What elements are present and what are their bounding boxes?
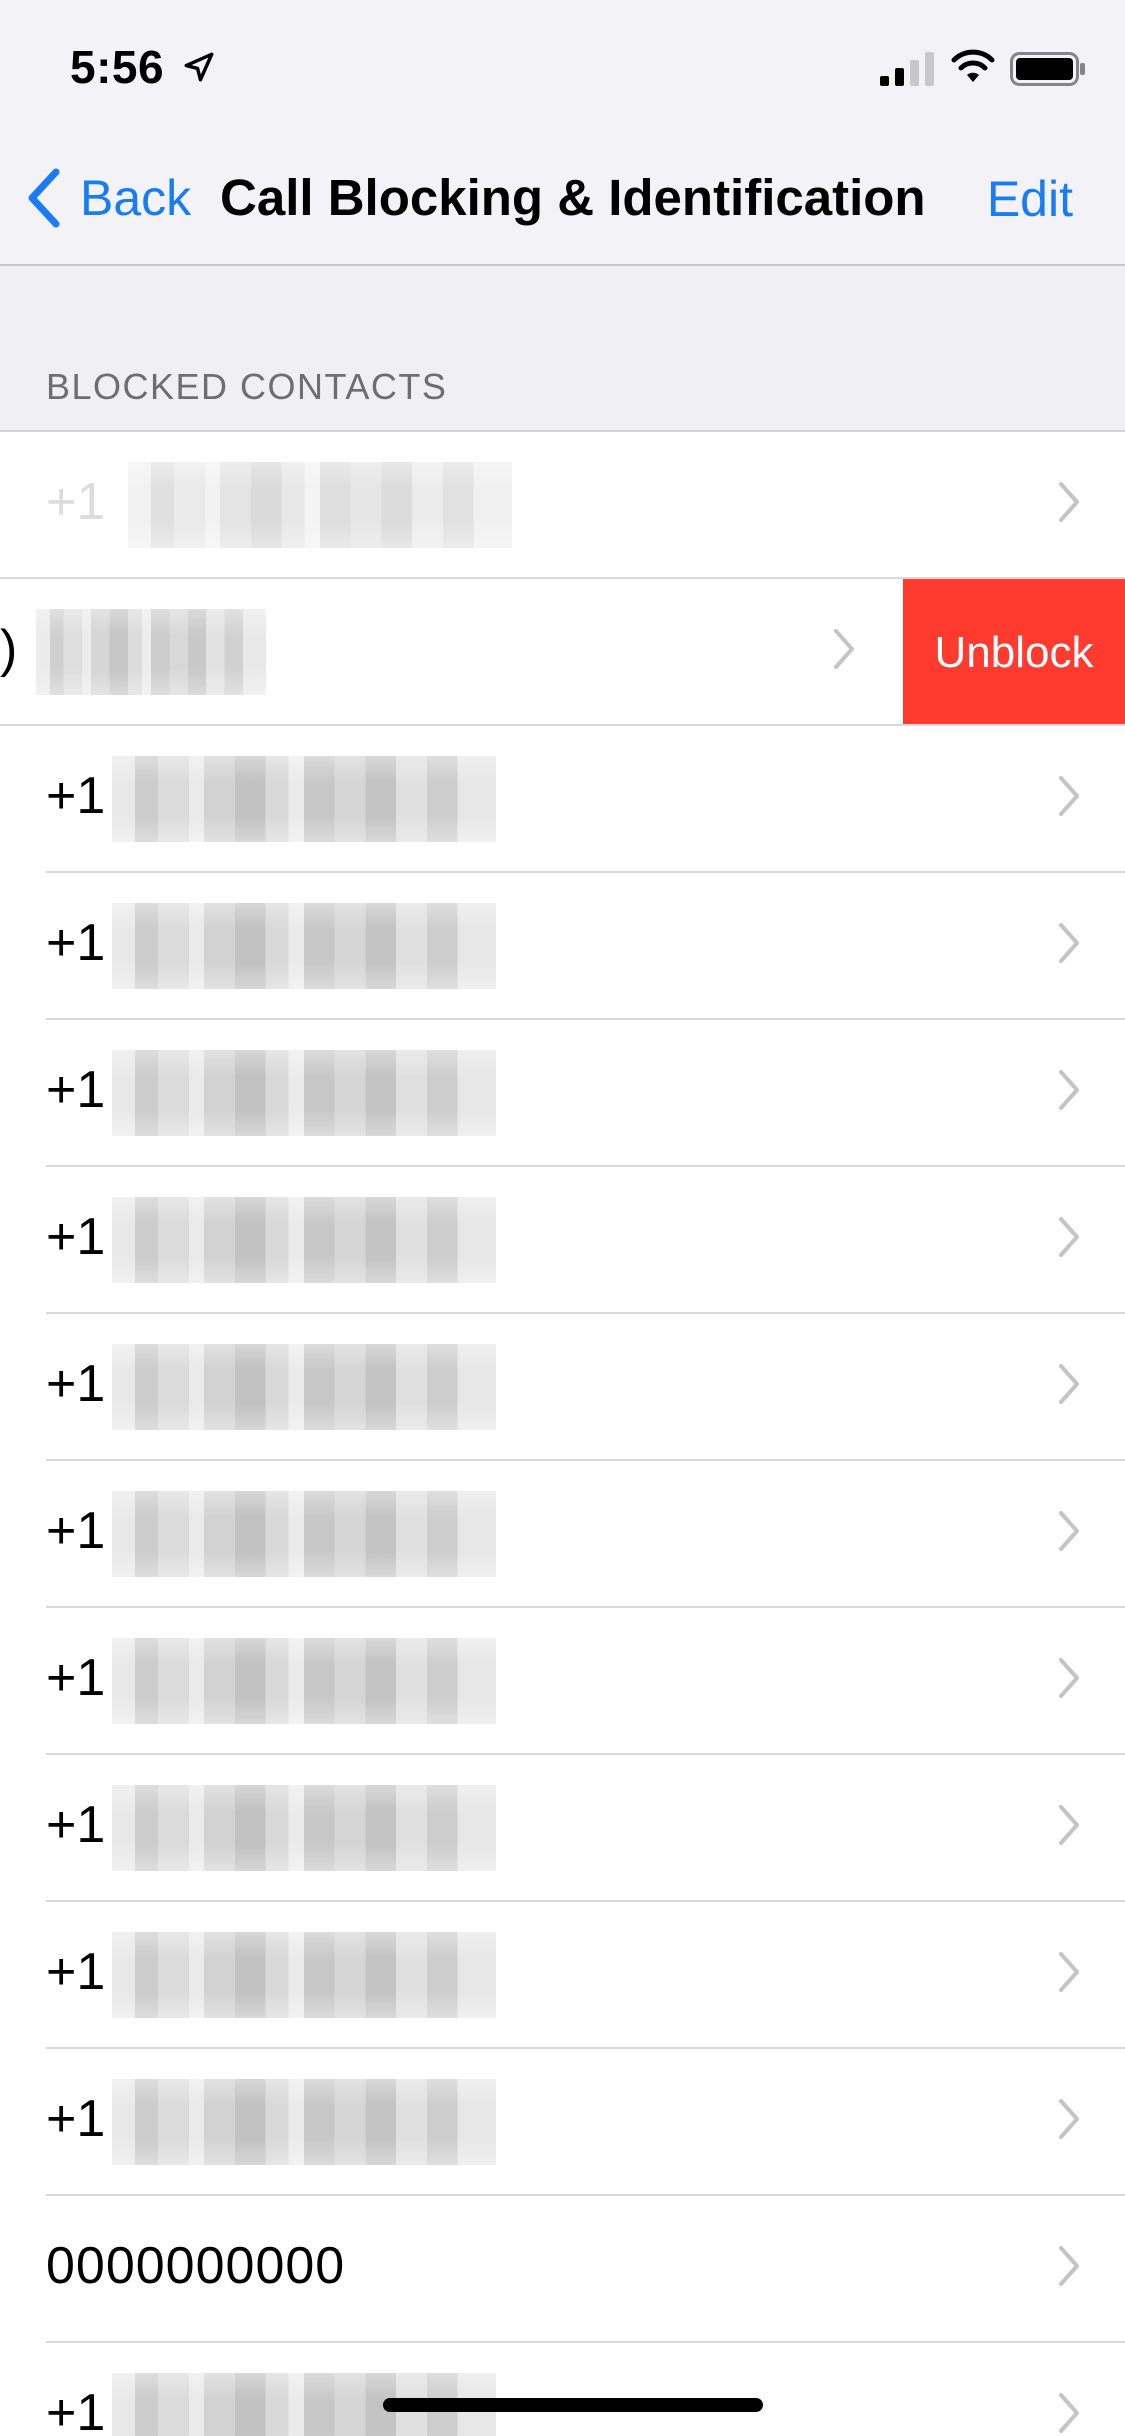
blocked-contacts-list: +1 ) Unblock +1 +1 +1 +1 +1 +1 +1 +1 +1 … — [0, 432, 1125, 2436]
redacted-number — [112, 1344, 496, 1430]
page-title: Call Blocking & Identification — [220, 169, 926, 226]
contact-prefix: +1 — [46, 914, 106, 972]
contact-prefix: +1 — [46, 1796, 106, 1854]
edit-button[interactable]: Edit — [987, 170, 1073, 228]
chevron-right-icon — [834, 629, 854, 669]
location-arrow-icon — [184, 52, 214, 82]
wifi-icon — [951, 49, 995, 82]
contact-prefix: +1 — [46, 473, 106, 531]
chevron-right-icon — [1059, 1070, 1079, 1110]
chevron-right-icon — [1059, 1658, 1079, 1698]
chevron-right-icon — [1059, 2246, 1079, 2286]
unblock-button[interactable]: Unblock — [903, 579, 1125, 726]
chevron-right-icon — [1059, 2099, 1079, 2139]
navigation-bar: Back Call Blocking & Identification Edit — [0, 132, 1125, 266]
contact-prefix: +1 — [46, 1061, 106, 1119]
chevron-right-icon — [1059, 1952, 1079, 1992]
list-item[interactable]: +1 — [0, 1755, 1125, 1902]
redacted-number — [112, 1050, 496, 1136]
section-header-area: BLOCKED CONTACTS — [0, 266, 1125, 432]
contact-prefix: +1 — [46, 1649, 106, 1707]
list-item[interactable]: +1 — [0, 1020, 1125, 1167]
back-button-label: Back — [80, 170, 192, 226]
contact-prefix: +1 — [46, 1502, 106, 1560]
chevron-right-icon — [1059, 1364, 1079, 1404]
list-item[interactable]: +1 — [0, 873, 1125, 1020]
contact-number: 0000000000 — [46, 2237, 346, 2295]
list-item[interactable]: +1 — [0, 726, 1125, 873]
chevron-left-icon — [28, 168, 60, 228]
contact-prefix: +1 — [46, 767, 106, 825]
chevron-right-icon — [1059, 1511, 1079, 1551]
redacted-number — [112, 1638, 496, 1724]
chevron-right-icon — [1059, 1217, 1079, 1257]
redacted-number — [36, 609, 266, 695]
chevron-right-icon — [1059, 923, 1079, 963]
chevron-right-icon — [1059, 776, 1079, 816]
contact-prefix: +1 — [46, 1355, 106, 1413]
battery-icon — [1010, 52, 1085, 86]
redacted-number — [112, 2079, 496, 2165]
contact-prefix: +1 — [46, 1208, 106, 1266]
list-item[interactable]: ) Unblock — [0, 579, 1125, 726]
cellular-signal-icon — [880, 52, 934, 86]
redacted-number — [128, 462, 512, 548]
list-item[interactable]: +1 — [0, 1314, 1125, 1461]
contact-prefix: +1 — [46, 1943, 106, 2001]
contact-prefix: +1 — [46, 2090, 106, 2148]
redacted-number — [112, 903, 496, 989]
status-time: 5:56 — [70, 41, 165, 93]
redacted-number — [112, 1491, 496, 1577]
status-bar: 5:56 — [0, 0, 1125, 132]
redacted-number — [112, 756, 496, 842]
list-item[interactable]: 0000000000 — [0, 2196, 1125, 2343]
chevron-right-icon — [1059, 1805, 1079, 1845]
contact-prefix: +1 — [46, 2384, 106, 2436]
redacted-number — [112, 1197, 496, 1283]
list-item[interactable]: +1 — [0, 432, 1125, 579]
list-item[interactable]: +1 — [0, 2343, 1125, 2436]
list-item[interactable]: +1 — [0, 1461, 1125, 1608]
redacted-number — [112, 1932, 496, 2018]
list-item[interactable]: +1 — [0, 1167, 1125, 1314]
redacted-number — [112, 1785, 496, 1871]
list-item[interactable]: +1 — [0, 1608, 1125, 1755]
list-item[interactable]: +1 — [0, 2049, 1125, 2196]
section-header: BLOCKED CONTACTS — [46, 366, 448, 407]
contact-prefix: ) — [0, 620, 18, 678]
list-item[interactable]: +1 — [0, 1902, 1125, 2049]
chevron-right-icon — [1059, 482, 1079, 522]
screen: 5:56 Back Call Blocking & Identification… — [0, 0, 1125, 2436]
back-button[interactable]: Back — [24, 162, 191, 234]
chevron-right-icon — [1059, 2393, 1079, 2433]
home-indicator[interactable] — [383, 2398, 763, 2412]
